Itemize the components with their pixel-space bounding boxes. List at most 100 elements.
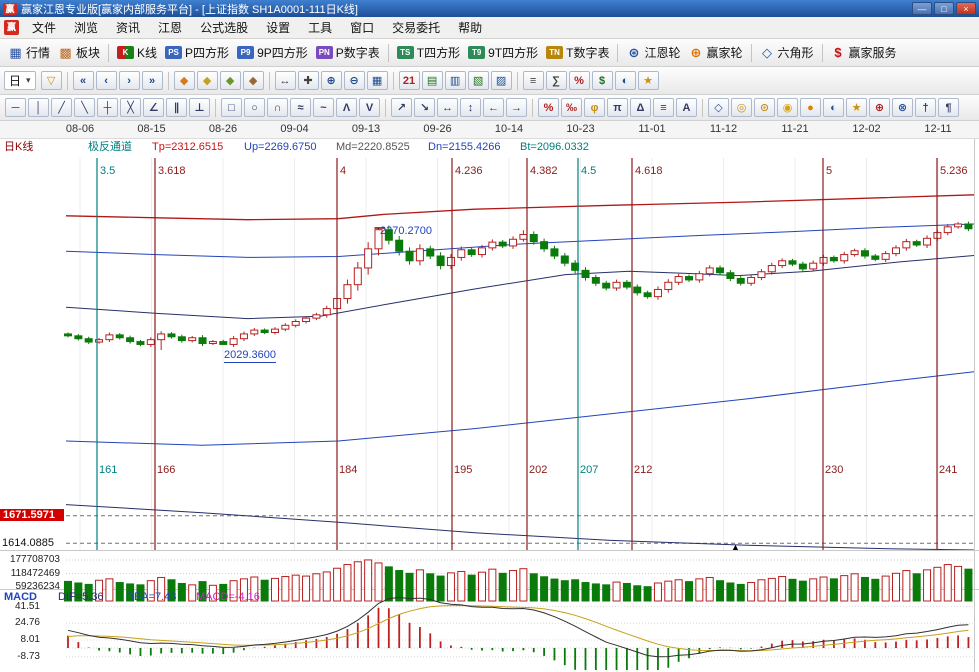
quotes-button[interactable]: ▦行情 <box>4 42 54 63</box>
perpendicular-button[interactable]: ⊥ <box>189 98 210 117</box>
panel-green-button[interactable]: ▤ <box>422 71 443 90</box>
toolbar-separator <box>617 44 618 62</box>
valley-button[interactable]: V <box>359 98 380 117</box>
winner-wheel-button[interactable]: ⊕赢家轮 <box>684 42 746 63</box>
menu-item[interactable]: 公式选股 <box>191 16 257 39</box>
close-button[interactable]: × <box>956 2 976 15</box>
rectangle-button[interactable]: □ <box>221 98 242 117</box>
date-label: 11-12 <box>710 123 737 135</box>
menu-item[interactable]: 设置 <box>257 16 299 39</box>
last-page-button[interactable]: » <box>142 71 163 90</box>
golden-phi-button[interactable]: φ <box>584 98 605 117</box>
half-circle-button[interactable]: ◐ <box>615 71 636 90</box>
list-button[interactable]: ≡ <box>523 71 544 90</box>
fund-button[interactable]: $ <box>592 71 613 90</box>
p-table-button[interactable]: PNP数字表 <box>312 42 384 63</box>
x-lines-button[interactable]: ╳ <box>120 98 141 117</box>
menu-item[interactable]: 窗口 <box>341 16 383 39</box>
menu-item[interactable]: 文件 <box>23 16 65 39</box>
t9-square-button[interactable]: T99T四方形 <box>464 42 542 63</box>
report-button[interactable]: ▧ <box>468 71 489 90</box>
menu-item[interactable]: 资讯 <box>107 16 149 39</box>
menu-item[interactable]: 工具 <box>299 16 341 39</box>
arrow-left-button[interactable]: ← <box>483 98 504 117</box>
circle-button[interactable]: ○ <box>244 98 265 117</box>
calendar-21-button[interactable]: 21 <box>399 71 420 90</box>
diamond-yellow-button[interactable]: ◆ <box>197 71 218 90</box>
prev-button[interactable]: ‹ <box>96 71 117 90</box>
zoom-in-button[interactable]: ⊕ <box>321 71 342 90</box>
dagger-tool-button[interactable]: † <box>915 98 936 117</box>
menu-item[interactable]: 帮助 <box>449 16 491 39</box>
v-line-button[interactable]: │ <box>28 98 49 117</box>
half-blue-button[interactable]: ◐ <box>823 98 844 117</box>
arrow-vertical-button[interactable]: ↕ <box>460 98 481 117</box>
diamond-tool-button[interactable]: ◇ <box>708 98 729 117</box>
chevron-down-icon: ▾ <box>26 75 31 86</box>
dot-orange-button[interactable]: ● <box>800 98 821 117</box>
reference-lines <box>66 516 974 543</box>
diamond-green-button[interactable]: ◆ <box>220 71 241 90</box>
sum-button[interactable]: ∑ <box>546 71 567 90</box>
text-tool-button[interactable]: A <box>676 98 697 117</box>
times-blue-button[interactable]: ⊗ <box>892 98 913 117</box>
percent-button[interactable]: % <box>569 71 590 90</box>
h-line-button[interactable]: ─ <box>5 98 26 117</box>
favorite-button[interactable]: ★ <box>638 71 659 90</box>
sun-circle-button[interactable]: ◉ <box>777 98 798 117</box>
first-page-button[interactable]: « <box>73 71 94 90</box>
arrow-right-button[interactable]: → <box>506 98 527 117</box>
levels-tool-button[interactable]: ≡ <box>653 98 674 117</box>
pilcrow-tool-button[interactable]: ¶ <box>938 98 959 117</box>
zoom-out-button[interactable]: ⊖ <box>344 71 365 90</box>
t-square-label: T四方形 <box>417 44 460 61</box>
date-label: 12-11 <box>924 123 951 135</box>
compare-button[interactable]: ▨ <box>491 71 512 90</box>
p-square-button[interactable]: PSP四方形 <box>161 42 233 63</box>
next-button[interactable]: › <box>119 71 140 90</box>
wave-button[interactable]: ≈ <box>290 98 311 117</box>
pi-tool-button[interactable]: π <box>607 98 628 117</box>
crosshair-button[interactable]: ✚ <box>298 71 319 90</box>
diamond-orange-button[interactable]: ◆ <box>174 71 195 90</box>
percent-tool-button[interactable]: % <box>538 98 559 117</box>
delta-tool-button[interactable]: Δ <box>630 98 651 117</box>
curve-button[interactable]: ~ <box>313 98 334 117</box>
menu-item[interactable]: 浏览 <box>65 16 107 39</box>
gann-circle-button[interactable]: ⊙ <box>754 98 775 117</box>
minimize-button[interactable]: — <box>912 2 932 15</box>
cross-line-button[interactable]: ┼ <box>97 98 118 117</box>
arrow-up-right-button[interactable]: ↗ <box>391 98 412 117</box>
trend-up-button[interactable]: ╱ <box>51 98 72 117</box>
stock-filter-button[interactable]: ▽ <box>41 71 62 90</box>
period-dropdown[interactable]: 日 ▾ <box>4 71 36 90</box>
arrow-horizontal-button[interactable]: ↔ <box>437 98 458 117</box>
menu-item[interactable]: 江恩 <box>149 16 191 39</box>
gann-wheel-button[interactable]: ⊛江恩轮 <box>622 42 684 63</box>
plus-red-button[interactable]: ⊕ <box>869 98 890 117</box>
parallel-channel-button[interactable]: ∥ <box>166 98 187 117</box>
maximize-button[interactable]: □ <box>934 2 954 15</box>
macd-axis-3: 8.01 <box>0 634 40 646</box>
pan-button[interactable]: ↔ <box>275 71 296 90</box>
t-square-button[interactable]: TST四方形 <box>393 42 464 63</box>
arc-button[interactable]: ∩ <box>267 98 288 117</box>
star-gold-button[interactable]: ★ <box>846 98 867 117</box>
winner-service-button[interactable]: $赢家服务 <box>827 42 901 63</box>
peak-button[interactable]: Λ <box>336 98 357 117</box>
grid-button[interactable]: ▦ <box>367 71 388 90</box>
menu-item[interactable]: 交易委托 <box>383 16 449 39</box>
t-table-button[interactable]: TNT数字表 <box>542 42 613 63</box>
bullseye-button[interactable]: ◎ <box>731 98 752 117</box>
sectors-button[interactable]: ▩板块 <box>54 42 104 63</box>
diamond-brown-button[interactable]: ◆ <box>243 71 264 90</box>
angle-button[interactable]: ∠ <box>143 98 164 117</box>
p9-square-button[interactable]: P99P四方形 <box>233 42 312 63</box>
panel-blue-button[interactable]: ▥ <box>445 71 466 90</box>
kline-button[interactable]: KK线 <box>113 42 161 63</box>
trend-down-button[interactable]: ╲ <box>74 98 95 117</box>
arrow-down-right-button[interactable]: ↘ <box>414 98 435 117</box>
permille-tool-button[interactable]: ‰ <box>561 98 582 117</box>
hexagon-button[interactable]: ◇六角形 <box>756 42 818 63</box>
ref-price-label: 1614.0885 <box>2 537 54 549</box>
